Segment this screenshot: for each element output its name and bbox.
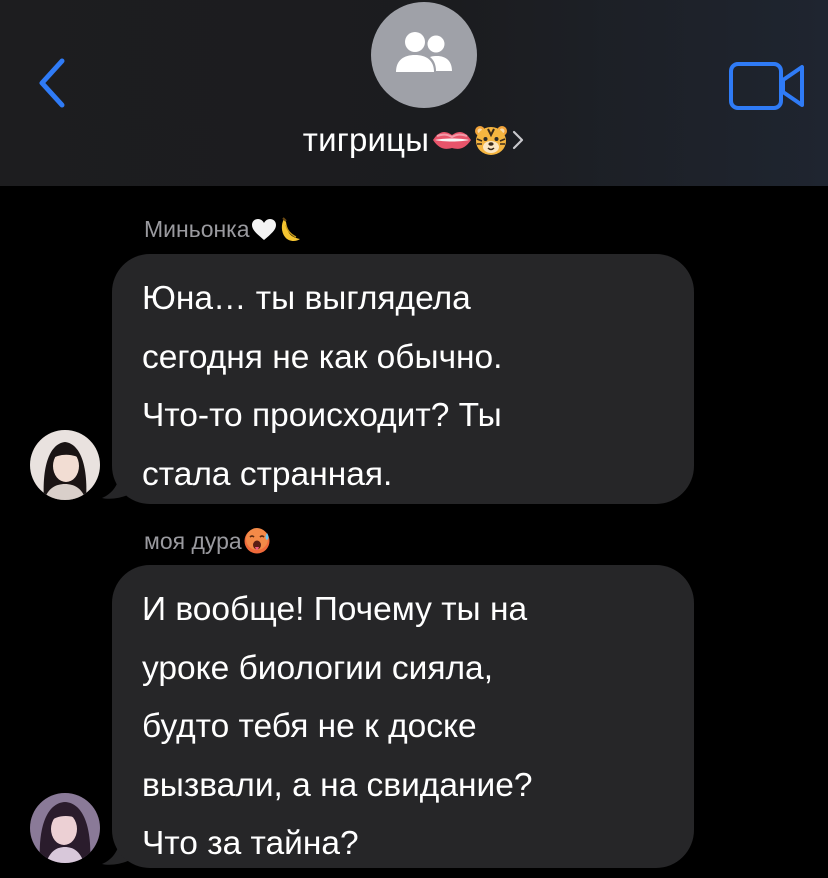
message-line: вызвали, а на свидание? [142,766,533,804]
sender-name-text: Миньонка [144,216,250,242]
message-bubble[interactable]: Юна… ты выглядела сегодня не как обычно.… [112,254,694,504]
back-button[interactable] [30,55,76,111]
chat-screen: тигрицы Миньонка Юна… ты выглядела сегод… [0,0,828,878]
avatar-photo [30,793,100,863]
tiger-face-emoji [475,126,508,155]
message-line: стала странная. [142,455,393,493]
people-icon [396,32,452,72]
sender-avatar[interactable] [30,430,100,500]
chat-header: тигрицы [0,0,828,186]
video-camera-icon [729,62,804,110]
message-line: Что за тайна? [142,825,359,862]
message-line: сегодня не как обычно. [142,338,503,376]
sender-name: моя дура [144,527,271,555]
sender-avatar[interactable] [30,793,100,863]
sender-name: Миньонка [144,216,302,243]
chevron-right-icon [513,130,524,150]
message-line: Юна… ты выглядела [142,280,471,317]
hot-face-emoji [244,528,270,554]
group-avatar[interactable] [371,2,477,108]
white-heart-emoji [251,218,276,240]
lips-emoji [433,132,472,149]
message-line: будто тебя не к доске [142,708,477,745]
chat-title-row[interactable]: тигрицы [0,112,828,168]
message-bubble[interactable]: И вообще! Почему ты на уроке биологии си… [112,565,694,868]
chat-title: тигрицы [302,121,430,158]
message-line: уроке биологии сияла, [142,649,493,687]
message-line: И вообще! Почему ты на [142,591,528,628]
video-call-button[interactable] [728,58,808,114]
chevron-left-icon [39,58,65,108]
sender-name-text: моя дура [144,527,242,554]
message-line: Что-то происходит? Ты [142,397,502,434]
banana-emoji [281,216,300,241]
avatar-photo [30,430,100,500]
